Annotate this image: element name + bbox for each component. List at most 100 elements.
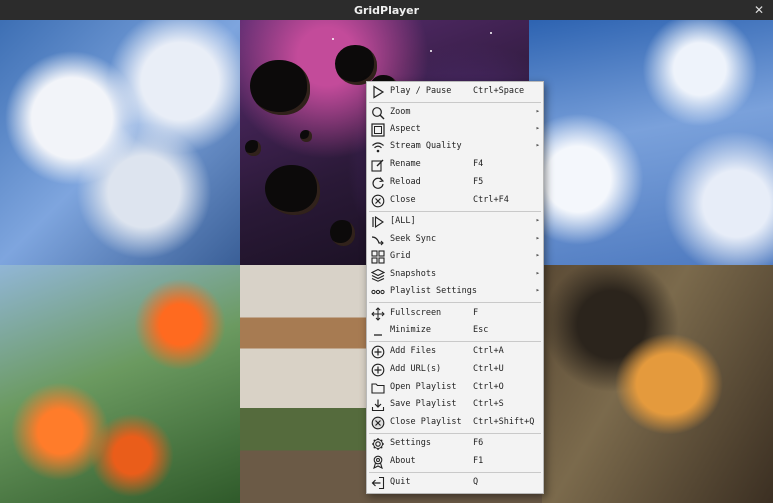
seek-sync-icon xyxy=(370,232,385,247)
menu-item-label: Reload xyxy=(390,177,421,187)
quit-icon xyxy=(370,475,385,490)
window-close-icon[interactable]: ✕ xyxy=(751,2,767,18)
menu-item-about[interactable]: About F1 xyxy=(367,453,543,470)
submenu-arrow-icon: ▸ xyxy=(535,251,540,259)
menu-item-label: Stream Quality xyxy=(390,141,462,151)
menu-item-add-urls[interactable]: Add URL(s) Ctrl+U xyxy=(367,361,543,378)
menu-item-add-files[interactable]: Add Files Ctrl+A xyxy=(367,343,543,360)
minimize-icon xyxy=(370,323,385,338)
gear-icon xyxy=(370,436,385,451)
submenu-arrow-icon: ▸ xyxy=(535,141,540,149)
menu-separator xyxy=(369,211,541,212)
menu-item-shortcut: F4 xyxy=(473,159,484,169)
menu-item-label: Playlist Settings xyxy=(390,286,477,296)
submenu-arrow-icon: ▸ xyxy=(535,234,540,242)
menu-item-label: Save Playlist xyxy=(390,399,457,409)
menu-item-shortcut: Ctrl+O xyxy=(473,382,504,392)
menu-item-shortcut: F5 xyxy=(473,177,484,187)
menu-separator xyxy=(369,302,541,303)
menu-item-label: Close xyxy=(390,195,416,205)
menu-item-label: Quit xyxy=(390,477,411,487)
fullscreen-icon xyxy=(370,306,385,321)
menu-item-shortcut: Esc xyxy=(473,325,489,335)
menu-item-close[interactable]: Close Ctrl+F4 xyxy=(367,192,543,209)
menu-item-shortcut: Q xyxy=(473,477,479,487)
menu-item-reload[interactable]: Reload F5 xyxy=(367,174,543,191)
save-icon xyxy=(370,397,385,412)
menu-item-shortcut: F6 xyxy=(473,438,484,448)
menu-item-label: Seek Sync xyxy=(390,234,437,244)
play-icon xyxy=(370,84,385,99)
context-menu: Play / Pause Ctrl+Space Zoom ▸ Aspect ▸ … xyxy=(366,81,544,494)
add-url-icon xyxy=(370,362,385,377)
menu-item-open-playlist[interactable]: Open Playlist Ctrl+O xyxy=(367,379,543,396)
menu-item-label: Close Playlist xyxy=(390,417,462,427)
menu-item-label: Minimize xyxy=(390,325,431,335)
menu-item-label: Grid xyxy=(390,251,411,261)
menu-item-shortcut: Ctrl+U xyxy=(473,364,504,374)
menu-item-shortcut: Ctrl+F4 xyxy=(473,195,509,205)
menu-item-seek-sync[interactable]: Seek Sync ▸ xyxy=(367,231,543,248)
menu-separator xyxy=(369,433,541,434)
video-cell-flowers[interactable] xyxy=(0,265,240,503)
add-files-icon xyxy=(370,344,385,359)
folder-icon xyxy=(370,380,385,395)
menu-item-shortcut: Ctrl+A xyxy=(473,346,504,356)
menu-item-shortcut: F1 xyxy=(473,456,484,466)
grid-icon xyxy=(370,249,385,264)
menu-separator xyxy=(369,341,541,342)
video-cell-butterfly[interactable] xyxy=(542,265,773,503)
menu-item-minimize[interactable]: Minimize Esc xyxy=(367,322,543,339)
zoom-icon xyxy=(370,105,385,120)
menu-separator xyxy=(369,102,541,103)
menu-item-stream-quality[interactable]: Stream Quality ▸ xyxy=(367,138,543,155)
menu-item-shortcut: Ctrl+Space xyxy=(473,86,525,96)
aspect-icon xyxy=(370,122,385,137)
dots-icon xyxy=(370,284,385,299)
submenu-arrow-icon: ▸ xyxy=(535,269,540,277)
menu-item-play-pause[interactable]: Play / Pause Ctrl+Space xyxy=(367,83,543,100)
menu-item-label: About xyxy=(390,456,416,466)
menu-item-snapshots[interactable]: Snapshots ▸ xyxy=(367,266,543,283)
menu-item-aspect[interactable]: Aspect ▸ xyxy=(367,121,543,138)
menu-item-zoom[interactable]: Zoom ▸ xyxy=(367,104,543,121)
menu-item-settings[interactable]: Settings F6 xyxy=(367,435,543,452)
submenu-arrow-icon: ▸ xyxy=(535,216,540,224)
menu-item-quit[interactable]: Quit Q xyxy=(367,474,543,491)
menu-item-label: Rename xyxy=(390,159,421,169)
menu-item-fullscreen[interactable]: Fullscreen F xyxy=(367,305,543,322)
menu-item-label: [ALL] xyxy=(390,216,416,226)
menu-separator xyxy=(369,472,541,473)
menu-item-rename[interactable]: Rename F4 xyxy=(367,156,543,173)
submenu-arrow-icon: ▸ xyxy=(535,124,540,132)
submenu-arrow-icon: ▸ xyxy=(535,286,540,294)
wifi-icon xyxy=(370,139,385,154)
menu-item-shortcut: F xyxy=(473,308,479,318)
all-icon xyxy=(370,214,385,229)
menu-item-label: Aspect xyxy=(390,124,421,134)
menu-item-all[interactable]: [ALL] ▸ xyxy=(367,213,543,230)
menu-item-shortcut: Ctrl+S xyxy=(473,399,504,409)
menu-item-label: Snapshots xyxy=(390,269,437,279)
about-icon xyxy=(370,454,385,469)
menu-item-save-playlist[interactable]: Save Playlist Ctrl+S xyxy=(367,396,543,413)
menu-item-shortcut: Ctrl+Shift+Q xyxy=(473,417,535,427)
close-playlist-icon xyxy=(370,415,385,430)
menu-item-label: Fullscreen xyxy=(390,308,442,318)
video-cell-blossoms[interactable] xyxy=(0,20,240,265)
menu-item-close-playlist[interactable]: Close Playlist Ctrl+Shift+Q xyxy=(367,414,543,431)
reload-icon xyxy=(370,175,385,190)
menu-item-playlist-settings[interactable]: Playlist Settings ▸ xyxy=(367,283,543,300)
rename-icon xyxy=(370,157,385,172)
menu-item-label: Zoom xyxy=(390,107,411,117)
submenu-arrow-icon: ▸ xyxy=(535,107,540,115)
video-cell-clouds[interactable] xyxy=(529,20,773,265)
layers-icon xyxy=(370,267,385,282)
menu-item-label: Add URL(s) xyxy=(390,364,442,374)
menu-item-label: Open Playlist xyxy=(390,382,457,392)
menu-item-grid[interactable]: Grid ▸ xyxy=(367,248,543,265)
window-titlebar: GridPlayer ✕ xyxy=(0,0,773,20)
close-icon xyxy=(370,193,385,208)
window-title: GridPlayer xyxy=(353,3,420,17)
menu-item-label: Settings xyxy=(390,438,431,448)
